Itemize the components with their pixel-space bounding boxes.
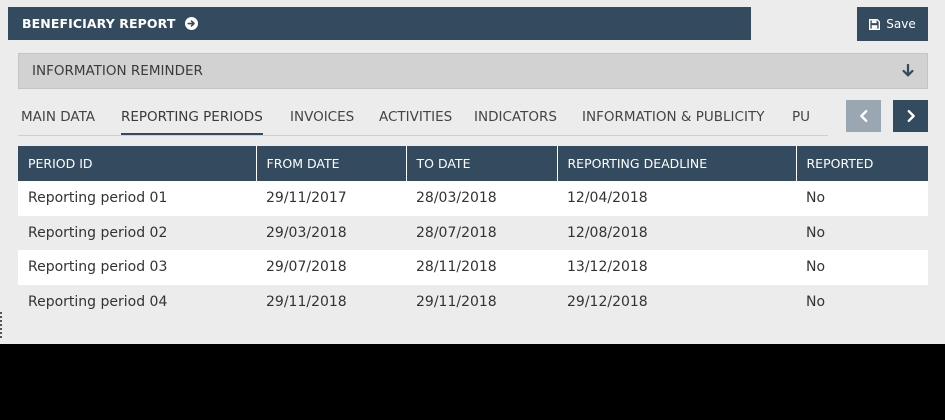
cell-reporting-deadline: 12/04/2018 [557, 181, 796, 216]
table-row[interactable]: Reporting period 03 29/07/2018 28/11/201… [18, 250, 928, 285]
column-header-period-id[interactable]: PERIOD ID [18, 146, 257, 181]
cell-period-id: Reporting period 02 [18, 215, 256, 250]
floppy-disk-icon [869, 18, 881, 30]
tab-activities[interactable]: ACTIVITIES [379, 100, 452, 135]
tab-reporting-periods[interactable]: REPORTING PERIODS [121, 100, 263, 135]
cell-reporting-deadline: 13/12/2018 [557, 250, 796, 285]
tab-pu-truncated[interactable]: PU [792, 100, 810, 135]
tab-indicators[interactable]: INDICATORS [474, 100, 557, 135]
cell-reported: No [796, 250, 928, 285]
cell-to-date: 28/11/2018 [406, 250, 557, 285]
tabs-scroll-left-button[interactable] [846, 100, 881, 132]
cell-to-date: 28/07/2018 [406, 215, 557, 250]
cell-reported: No [796, 181, 928, 216]
tab-main-data[interactable]: MAIN DATA [21, 100, 95, 135]
cell-from-date: 29/03/2018 [256, 215, 406, 250]
information-reminder-label: INFORMATION REMINDER [32, 63, 203, 79]
report-title-bar: BENEFICIARY REPORT [8, 7, 751, 40]
beneficiary-report-screen: BENEFICIARY REPORT Save INFORMATION REMI… [0, 0, 945, 344]
chevron-right-icon [904, 109, 918, 123]
table-row[interactable]: Reporting period 01 29/11/2017 28/03/201… [18, 181, 928, 216]
cell-reported: No [796, 284, 928, 319]
tabs-scroll-right-button[interactable] [893, 100, 928, 132]
arrow-down-icon[interactable] [901, 64, 915, 78]
tab-information-publicity[interactable]: INFORMATION & PUBLICITY [582, 100, 764, 135]
chevron-left-icon [857, 109, 871, 123]
save-button-label: Save [886, 17, 916, 31]
reporting-periods-table: PERIOD ID FROM DATE TO DATE REPORTING DE… [18, 146, 928, 319]
cell-to-date: 28/03/2018 [406, 181, 557, 216]
column-header-from-date[interactable]: FROM DATE [256, 146, 407, 181]
cell-reporting-deadline: 29/12/2018 [557, 284, 796, 319]
table-row[interactable]: Reporting period 04 29/11/2018 29/11/201… [18, 284, 928, 319]
table-header-row: PERIOD ID FROM DATE TO DATE REPORTING DE… [18, 146, 928, 181]
cell-period-id: Reporting period 03 [18, 250, 256, 285]
tab-invoices[interactable]: INVOICES [290, 100, 354, 135]
tab-bar: MAIN DATA REPORTING PERIODS INVOICES ACT… [18, 100, 828, 136]
column-header-to-date[interactable]: TO DATE [406, 146, 558, 181]
cell-period-id: Reporting period 01 [18, 181, 256, 216]
cell-period-id: Reporting period 04 [18, 284, 256, 319]
resize-handle[interactable] [0, 312, 6, 338]
column-header-reporting-deadline[interactable]: REPORTING DEADLINE [557, 146, 797, 181]
cell-from-date: 29/11/2017 [256, 181, 406, 216]
column-header-reported[interactable]: REPORTED [796, 146, 928, 181]
table-row[interactable]: Reporting period 02 29/03/2018 28/07/201… [18, 215, 928, 250]
save-button[interactable]: Save [857, 7, 928, 41]
cell-from-date: 29/11/2018 [256, 284, 406, 319]
cell-from-date: 29/07/2018 [256, 250, 406, 285]
arrow-circle-right-icon[interactable] [185, 17, 199, 30]
information-reminder-panel[interactable]: INFORMATION REMINDER [18, 53, 928, 89]
cell-reporting-deadline: 12/08/2018 [557, 215, 796, 250]
report-title: BENEFICIARY REPORT [22, 16, 176, 31]
cell-reported: No [796, 215, 928, 250]
cell-to-date: 29/11/2018 [406, 284, 557, 319]
